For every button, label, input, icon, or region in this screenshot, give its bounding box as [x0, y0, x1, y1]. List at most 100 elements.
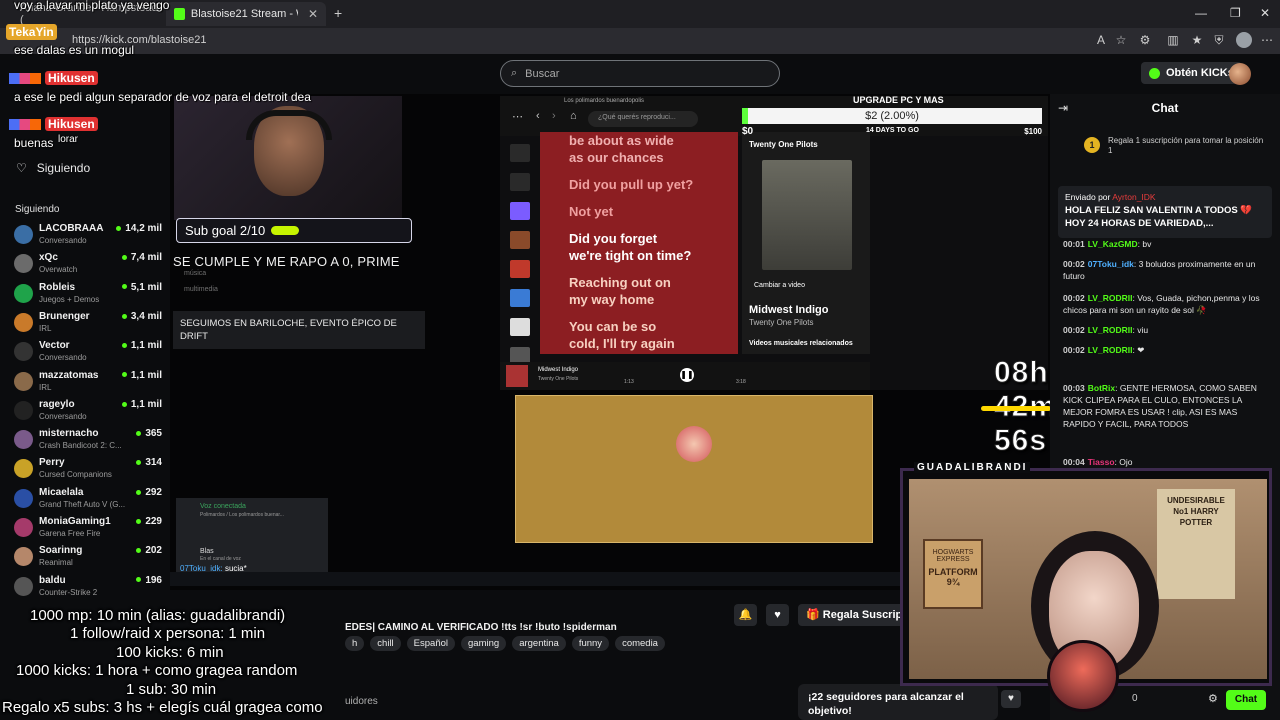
channel-category: IRL — [39, 323, 52, 333]
user-avatar[interactable] — [1229, 63, 1251, 85]
sidebar-channel[interactable]: mazzatomas IRL 1,1 mil — [14, 369, 164, 395]
voice-channel-label: Polimardos / Los polimardos buenar... — [200, 512, 284, 518]
favorite-star-icon[interactable]: ☆ — [1114, 33, 1128, 47]
stream-tag[interactable]: Español — [406, 636, 456, 651]
chat-timestamp: 00:02 — [1063, 259, 1085, 269]
platform-sign: HOGWARTS EXPRESS PLATFORM 9¾ — [923, 539, 983, 609]
chat-message[interactable]: 00:02 LV_RODRII: Vos, Guada, pichon,penma… — [1063, 292, 1268, 316]
spotify-window: Los polimardos buenardopolis ⋯ ‹ › ⌂ ¿Qu… — [500, 96, 1048, 390]
chat-username[interactable]: LV_RODRII — [1088, 325, 1133, 335]
chat-timestamp: 00:02 — [1063, 293, 1085, 303]
player-song: Midwest Indigo — [538, 367, 579, 373]
sidebar-channel[interactable]: Robleis Juegos + Demos 5,1 mil — [14, 281, 164, 307]
channel-category: Grand Theft Auto V (G... — [39, 499, 126, 509]
heart-icon: ♡ — [16, 161, 27, 175]
sidebar-channel[interactable]: Brunenger IRL 3,4 mil — [14, 310, 164, 336]
goal-max: $100 — [1024, 127, 1042, 136]
sidebar-channel[interactable]: rageylo Conversando 1,1 mil — [14, 398, 164, 424]
sidebar-channel[interactable]: Soarinng Reanimal 202 — [14, 544, 164, 570]
chat-username[interactable]: LV_KazGMD — [1088, 239, 1138, 249]
channel-avatar — [14, 342, 33, 362]
chat-send-button[interactable]: Chat — [1226, 690, 1266, 710]
chat-username[interactable]: 07Toku_idk — [1088, 259, 1134, 269]
voice-connected-label: Voz conectada — [200, 503, 246, 510]
chat-username[interactable]: LV_RODRII — [1088, 345, 1133, 355]
new-tab-icon[interactable]: + — [334, 5, 342, 21]
split-screen-icon[interactable]: ▥ — [1166, 33, 1180, 47]
stream-tag[interactable]: h — [345, 636, 365, 651]
sidebar-channel[interactable]: Perry Cursed Companions 314 — [14, 456, 164, 482]
stream-tag[interactable]: comedia — [615, 636, 665, 651]
channel-avatar — [14, 547, 33, 567]
chat-timestamp: 00:02 — [1063, 325, 1085, 335]
search-input[interactable]: ⌕ Buscar — [500, 60, 780, 87]
gift-sub-button[interactable]: 🎁 Regala Suscrip — [798, 604, 911, 626]
chat-message[interactable]: 00:03 BotRix: GENTE HERMOSA, COMO SABEN K… — [1063, 382, 1268, 430]
channel-name: Robleis — [39, 281, 76, 293]
stream-tag[interactable]: gaming — [461, 636, 507, 651]
shield-icon[interactable]: ⛨ — [1212, 33, 1226, 47]
favorites-icon[interactable]: ★ — [1190, 33, 1204, 47]
sidebar-channel[interactable]: MoniaGaming1 Garena Free Fire 229 — [14, 515, 164, 541]
sidebar-channel[interactable]: Vector Conversando 1,1 mil — [14, 339, 164, 365]
hogwarts-text: HOGWARTS EXPRESS — [932, 549, 974, 563]
channel-viewers: 7,4 mil — [122, 252, 162, 263]
pinned-by-label: Enviado por — [1065, 192, 1111, 202]
channel-viewers: 365 — [136, 428, 162, 439]
chat-message[interactable]: 00:02 LV_RODRII: ❤ — [1063, 344, 1268, 356]
chat-settings-icon[interactable]: ⚙ — [1208, 692, 1218, 705]
chat-username[interactable]: BotRix — [1088, 383, 1115, 393]
get-kicks-button[interactable]: Obtén KICKs — [1141, 62, 1242, 84]
chat-username[interactable]: Tiasso — [1088, 457, 1115, 467]
chat-message[interactable]: 00:02 LV_RODRII: viu — [1063, 324, 1268, 336]
chat-message[interactable]: 00:01 LV_KazGMD: bv — [1063, 238, 1268, 250]
stream-tag[interactable]: funny — [571, 636, 610, 651]
chat-message[interactable]: 00:02 07Toku_idk: 3 boludos proximamente … — [1063, 258, 1268, 282]
channel-avatar — [14, 459, 33, 479]
read-aloud-icon[interactable]: A — [1094, 33, 1108, 47]
pinned-message[interactable]: Enviado por Ayrton_IDK HOLA FELIZ SAN VA… — [1058, 186, 1272, 238]
sidebar-channel[interactable]: Micaelala Grand Theft Auto V (G... 292 — [14, 486, 164, 512]
goal-bar: $2 (2.00%) — [742, 108, 1042, 124]
minimize-icon[interactable]: — — [1195, 6, 1207, 20]
sidebar-channel[interactable]: LACOBRAAA Conversando 14,2 mil — [14, 222, 164, 248]
channel-name: xQc — [39, 252, 58, 264]
channel-name: misternacho — [39, 428, 99, 440]
rule-line: 1 sub: 30 min — [126, 680, 217, 698]
channel-category: Counter-Strike 2 — [39, 587, 98, 597]
discord-voice-panel: Voz conectada Polimardos / Los polimardo… — [176, 498, 328, 578]
sidebar-channel[interactable]: misternacho Crash Bandicoot 2: C... 365 — [14, 427, 164, 453]
sidebar-item-following[interactable]: ♡ Siguiendo — [16, 161, 90, 175]
playlist-cover — [510, 231, 530, 249]
close-window-icon[interactable]: ✕ — [1260, 6, 1270, 20]
channel-avatar — [14, 225, 33, 244]
channel-name: Soarinng — [39, 545, 83, 557]
maximize-icon[interactable]: ❐ — [1230, 6, 1241, 20]
follower-goal-heart-icon[interactable]: ♥ — [1001, 690, 1021, 708]
sidebar-channel[interactable]: xQc Overwatch 7,4 mil — [14, 251, 164, 277]
add-icon — [510, 173, 530, 191]
chat-username[interactable]: LV_RODRII — [1088, 293, 1133, 303]
follower-goal-card: ¡22 seguidores para alcanzar el objetivo… — [798, 684, 998, 720]
chat-timestamp: 00:02 — [1063, 345, 1085, 355]
channel-avatar — [14, 576, 33, 596]
extensions-icon[interactable]: ⚙ — [1138, 33, 1152, 47]
streamer-webcam — [174, 96, 402, 220]
more-menu-icon[interactable]: ⋯ — [1260, 33, 1274, 47]
notifications-bell-icon[interactable]: 🔔 — [734, 604, 757, 626]
gift-sub-leaderboard[interactable]: 1 Regala 1 suscripción para tomar la pos… — [1084, 136, 1264, 156]
pinned-meta: Enviado por Ayrton_IDK — [1065, 191, 1265, 204]
channel-avatar — [14, 518, 33, 537]
lyrics-panel: be about as wide as our chances Did you pu… — [540, 132, 738, 354]
browser-tab-active[interactable]: Blastoise21 Stream - Watch Live o ✕ — [166, 2, 326, 26]
close-tab-icon[interactable]: ✕ — [308, 7, 318, 21]
sidebar-channel[interactable]: baldu Counter-Strike 2 196 — [14, 574, 164, 600]
follow-heart-icon[interactable]: ♥ — [766, 604, 789, 626]
user-badges-icon — [9, 119, 41, 131]
tag-list: h chill Español gaming argentina funny comedia — [345, 636, 665, 651]
stream-tag[interactable]: chill — [370, 636, 401, 651]
chat-message[interactable]: 00:04 Tiasso: Ojo — [1063, 456, 1268, 468]
profile-avatar[interactable] — [1236, 32, 1252, 48]
lyric-line: You can be so — [569, 319, 657, 334]
stream-tag[interactable]: argentina — [512, 636, 566, 651]
